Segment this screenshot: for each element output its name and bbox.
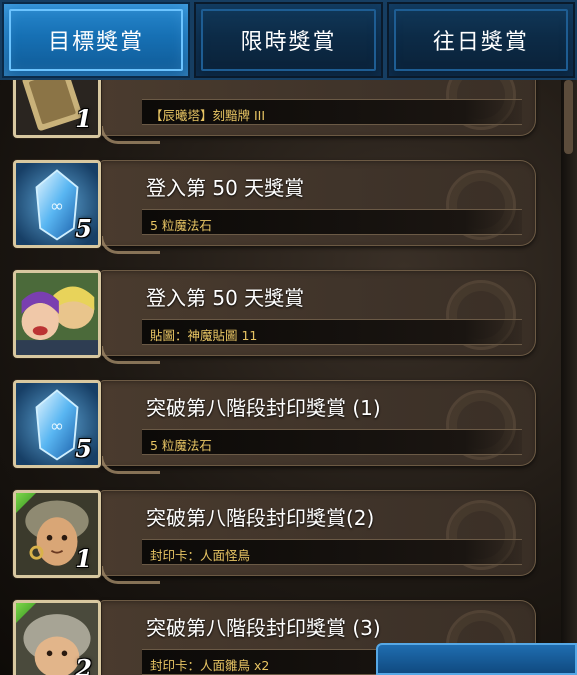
- reward-title: 突破第八階段封印獎賞 (1): [146, 396, 381, 420]
- reward-title: 登入第 50 天獎賞: [146, 286, 305, 310]
- frame-ornament: [100, 566, 160, 584]
- reward-item-text: 5 粒魔法石: [150, 218, 212, 233]
- frame-ornament: [100, 236, 160, 254]
- list-item[interactable]: 【辰曦塔】刻黯牌 III 1: [0, 80, 560, 144]
- list-item[interactable]: 突破第八階段封印獎賞(2) 封印卡：人面怪鳥 1: [0, 484, 560, 584]
- item-count: 5: [75, 434, 92, 463]
- item-count: 1: [75, 104, 92, 133]
- bottom-action-button[interactable]: [376, 643, 577, 675]
- reward-title: 登入第 50 天獎賞: [146, 176, 305, 200]
- magic-stone-icon[interactable]: ∞ 5: [13, 160, 101, 248]
- list-item[interactable]: 登入第 50 天獎賞 5 粒魔法石 ∞ 5: [0, 154, 560, 254]
- reward-item-text: 貼圖：神魔貼圖 11: [150, 328, 258, 343]
- scrollbar-track[interactable]: [561, 80, 577, 675]
- reward-item-text: 【辰曦塔】刻黯牌 III: [150, 108, 266, 123]
- item-count: 2: [75, 654, 92, 675]
- scrollbar-thumb[interactable]: [564, 80, 573, 154]
- tab-past-rewards[interactable]: 往日獎賞: [384, 0, 577, 80]
- frame-ornament: [100, 346, 160, 364]
- reward-desc-bar: 貼圖：神魔貼圖 11: [142, 319, 522, 345]
- magic-stone-icon[interactable]: ∞ 5: [13, 380, 101, 468]
- svg-text:∞: ∞: [50, 415, 64, 435]
- reward-desc-bar: 5 粒魔法石: [142, 429, 522, 455]
- item-count: 1: [75, 544, 92, 573]
- card-icon[interactable]: 1: [13, 80, 101, 138]
- list-item[interactable]: 突破第八階段封印獎賞 (1) 5 粒魔法石 ∞ 5: [0, 374, 560, 474]
- reward-title: 突破第八階段封印獎賞(2): [146, 506, 375, 530]
- frame-ornament: [100, 456, 160, 474]
- reward-item-text: 5 粒魔法石: [150, 438, 212, 453]
- svg-text:∞: ∞: [50, 195, 64, 215]
- item-count: 5: [75, 214, 92, 243]
- reward-item-text: 封印卡：人面雛鳥 x2: [150, 658, 270, 673]
- frame-ornament: [100, 126, 160, 144]
- reward-title: 突破第八階段封印獎賞 (3): [146, 616, 381, 640]
- sticker-icon[interactable]: [13, 270, 101, 358]
- reward-tab-bar: 目標獎賞 限時獎賞 往日獎賞: [0, 0, 577, 80]
- reward-desc-bar: 封印卡：人面怪鳥: [142, 539, 522, 565]
- tab-limited-time-rewards[interactable]: 限時獎賞: [192, 0, 385, 80]
- reward-desc-bar: 5 粒魔法石: [142, 209, 522, 235]
- list-item[interactable]: 登入第 50 天獎賞 貼圖：神魔貼圖 11: [0, 264, 560, 364]
- reward-list[interactable]: 【辰曦塔】刻黯牌 III 1 登入第 50 天獎賞 5 粒魔法石 ∞ 5 登入第…: [0, 80, 577, 675]
- reward-desc-bar: 【辰曦塔】刻黯牌 III: [142, 99, 522, 125]
- harpy-card-icon[interactable]: 1: [13, 490, 101, 578]
- tab-target-rewards[interactable]: 目標獎賞: [0, 0, 193, 80]
- chick-card-icon[interactable]: 2: [13, 600, 101, 675]
- reward-item-text: 封印卡：人面怪鳥: [150, 548, 251, 563]
